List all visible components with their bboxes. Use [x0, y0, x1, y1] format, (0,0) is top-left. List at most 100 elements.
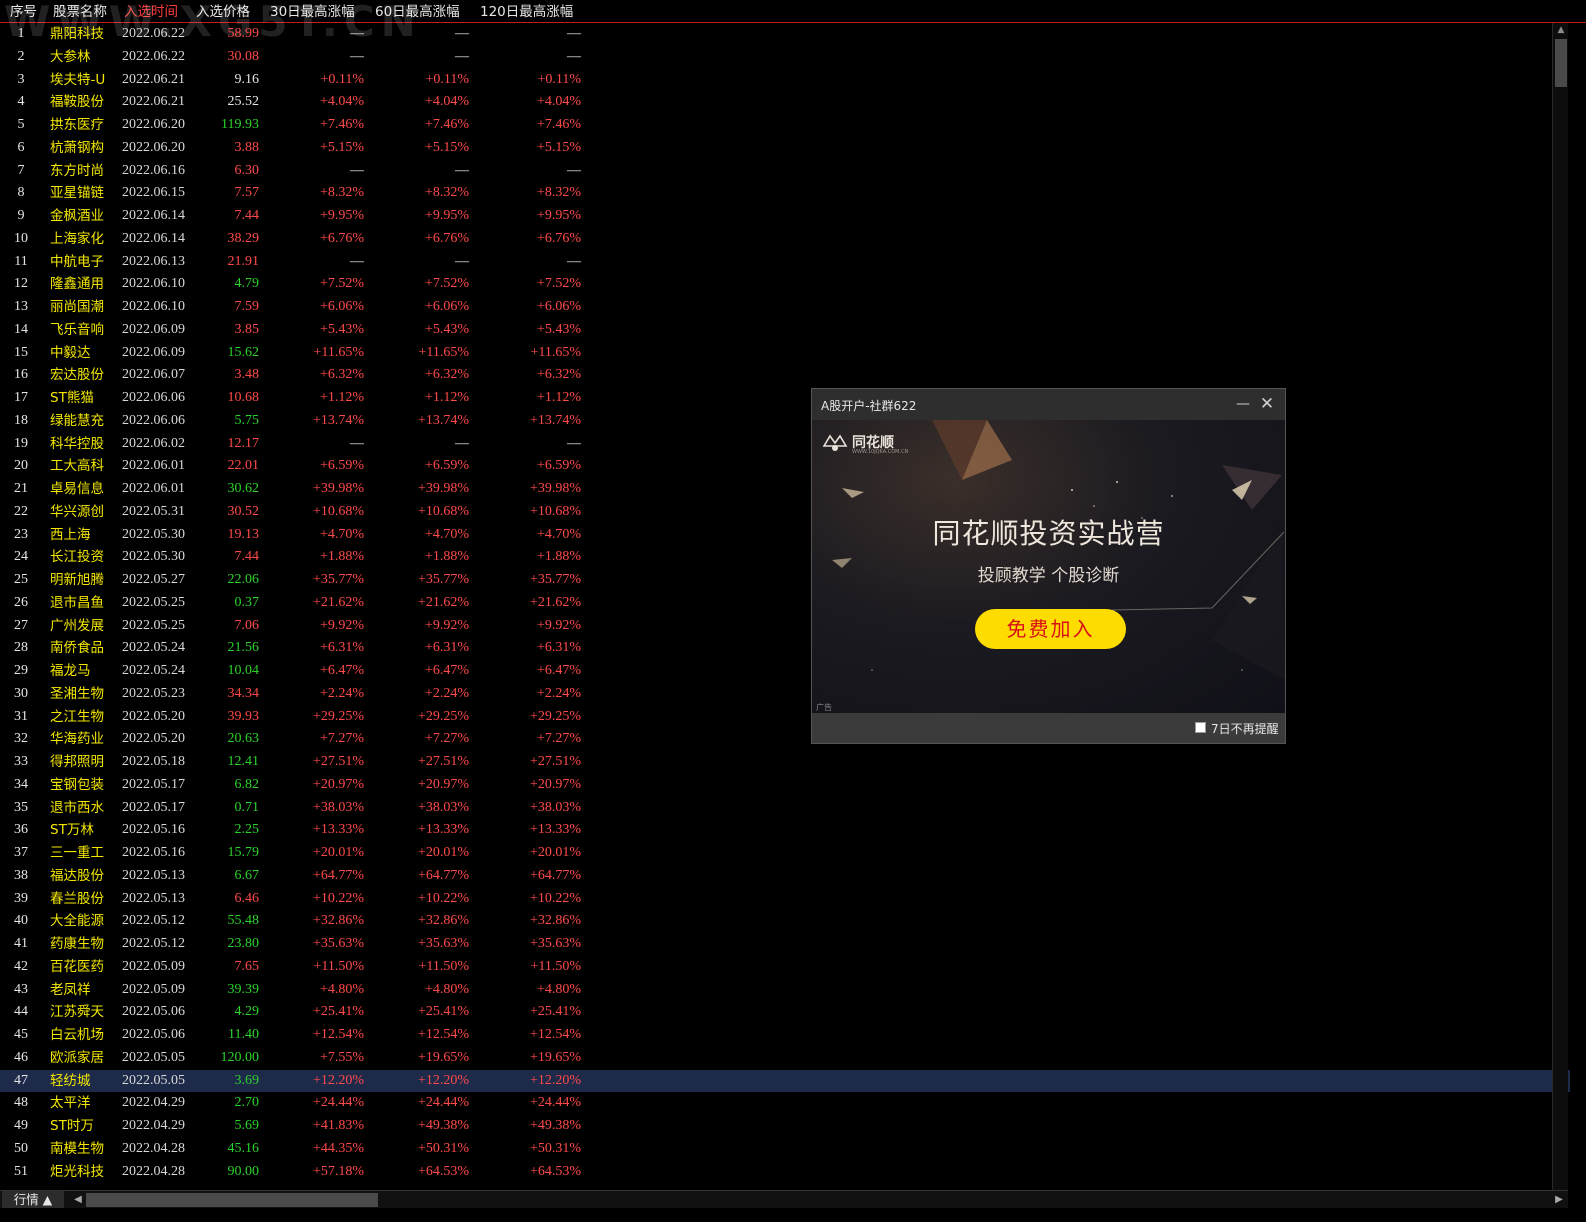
table-row[interactable]: 38 福达股份 2022.05.13 6.67 +64.77% +64.77% +64.77… [0, 865, 1570, 888]
table-row[interactable]: 51 炬光科技 2022.04.28 90.00 +57.18% +64.53% +64.5… [0, 1161, 1570, 1184]
table-row[interactable]: 7 东方时尚 2022.06.16 6.30 — — — [0, 160, 1570, 183]
selection-price: 10.04 [227, 663, 260, 678]
table-row[interactable]: 5 拱东医疗 2022.06.20 119.93 +7.46% +7.46% +7.46% [0, 114, 1570, 137]
stock-name: 百花医药 [50, 958, 104, 975]
selection-date: 2022.06.01 [122, 458, 185, 474]
table-row[interactable]: 6 杭萧钢构 2022.06.20 3.88 +5.15% +5.15% +5.15% [0, 137, 1570, 160]
table-row[interactable]: 29 福龙马 2022.05.24 10.04 +6.47% +6.47% +6.47% [0, 660, 1570, 683]
col-header-gain60[interactable]: 60日最高涨幅 [375, 4, 460, 21]
table-row[interactable]: 10 上海家化 2022.06.14 38.29 +6.76% +6.76% +6.76% [0, 228, 1570, 251]
selection-date: 2022.05.31 [122, 503, 185, 519]
table-row[interactable]: 12 隆鑫通用 2022.06.10 4.79 +7.52% +7.52% +7.52% [0, 273, 1570, 296]
col-header-date[interactable]: 入选时间 [124, 4, 178, 21]
vertical-scrollbar[interactable]: ▲ ▼ [1552, 23, 1568, 1205]
col-header-index[interactable]: 序号 [10, 4, 37, 21]
table-row[interactable]: 32 华海药业 2022.05.20 20.63 +7.27% +7.27% +7.27% [0, 728, 1570, 751]
gain-60d: +4.04% [424, 94, 469, 110]
row-index: 3 [17, 71, 25, 87]
selection-price: 3.69 [234, 1072, 260, 1088]
table-row[interactable]: 28 南侨食品 2022.05.24 21.56 +6.31% +6.31% +6.31% [0, 637, 1570, 660]
table-row[interactable]: 23 西上海 2022.05.30 19.13 +4.70% +4.70% +4.70% [0, 524, 1570, 547]
selection-date: 2022.06.10 [122, 299, 185, 314]
selection-date: 2022.05.13 [122, 867, 185, 883]
scroll-right-icon[interactable]: ▶ [1552, 1191, 1566, 1208]
gain-60d: +39.98% [417, 481, 469, 496]
col-header-name[interactable]: 股票名称 [53, 4, 107, 21]
scroll-left-icon[interactable]: ◀ [72, 1191, 84, 1208]
horizontal-scroll-thumb[interactable] [86, 1193, 378, 1207]
row-index: 51 [14, 1163, 28, 1179]
vertical-scroll-thumb[interactable] [1555, 39, 1567, 87]
col-header-gain30[interactable]: 30日最高涨幅 [270, 4, 355, 21]
table-row[interactable]: 9 金枫酒业 2022.06.14 7.44 +9.95% +9.95% +9.95% [0, 205, 1570, 228]
row-index: 31 [14, 708, 28, 724]
table-row[interactable]: 49 ST时万 2022.04.29 5.69 +41.83% +49.38% +49.38… [0, 1115, 1570, 1138]
table-row[interactable]: 46 欧派家居 2022.05.05 120.00 +7.55% +19.65% +19.6… [0, 1047, 1570, 1070]
gain-120d: — [567, 26, 581, 41]
table-row[interactable]: 42 百花医药 2022.05.09 7.65 +11.50% +11.50% +11.50… [0, 956, 1570, 979]
col-header-gain120[interactable]: 120日最高涨幅 [480, 4, 573, 21]
join-free-button[interactable]: 免费加入 [975, 609, 1126, 649]
table-row[interactable]: 43 老凤祥 2022.05.09 39.39 +4.80% +4.80% +4.80% [0, 979, 1570, 1002]
table-row[interactable]: 36 ST万林 2022.05.16 2.25 +13.33% +13.33% +13.33… [0, 819, 1570, 842]
gain-120d: +64.53% [529, 1163, 581, 1179]
table-row[interactable]: 1 鼎阳科技 2022.06.22 58.99 — — — [0, 23, 1570, 46]
gain-60d: — [455, 26, 469, 41]
row-index: 20 [14, 458, 28, 474]
gain-120d: +6.76% [536, 230, 581, 246]
table-row[interactable]: 45 白云机场 2022.05.06 11.40 +12.54% +12.54% +12.5… [0, 1024, 1570, 1047]
table-row[interactable]: 35 退市西水 2022.05.17 0.71 +38.03% +38.03% +38.03… [0, 797, 1570, 820]
table-row[interactable]: 20 工大高科 2022.06.01 22.01 +6.59% +6.59% +6.59% [0, 455, 1570, 478]
gain-60d: +9.95% [424, 208, 469, 223]
selection-date: 2022.05.06 [122, 1004, 185, 1020]
stock-name: 中毅达 [50, 344, 91, 361]
table-row[interactable]: 22 华兴源创 2022.05.31 30.52 +10.68% +10.68% +10.6… [0, 501, 1570, 524]
table-row[interactable]: 3 埃夫特-U 2022.06.21 9.16 +0.11% +0.11% +0.11% [0, 69, 1570, 92]
minimize-icon[interactable]: — [1232, 391, 1254, 417]
table-row[interactable]: 24 长江投资 2022.05.30 7.44 +1.88% +1.88% +1.88% [0, 546, 1570, 569]
close-icon[interactable]: ✕ [1256, 391, 1278, 417]
table-row[interactable]: 27 广州发展 2022.05.25 7.06 +9.92% +9.92% +9.92% [0, 615, 1570, 638]
table-row[interactable]: 39 春兰股份 2022.05.13 6.46 +10.22% +10.22% +10.22… [0, 888, 1570, 911]
gain-30d: +27.51% [312, 754, 364, 769]
table-row[interactable]: 50 南模生物 2022.04.28 45.16 +44.35% +50.31% +50.3… [0, 1138, 1570, 1161]
table-row[interactable]: 18 绿能慧充 2022.06.06 5.75 +13.74% +13.74% +13.74… [0, 410, 1570, 433]
selection-price: 7.65 [234, 958, 260, 974]
dont-remind-checkbox[interactable] [1195, 722, 1206, 733]
table-row[interactable]: 30 圣湘生物 2022.05.23 34.34 +2.24% +2.24% +2.24% [0, 683, 1570, 706]
gain-120d: +6.06% [536, 299, 581, 314]
table-row[interactable]: 34 宝钢包装 2022.05.17 6.82 +20.97% +20.97% +20.97… [0, 774, 1570, 797]
table-row[interactable]: 19 科华控股 2022.06.02 12.17 — — — [0, 433, 1570, 456]
selection-date: 2022.05.17 [122, 799, 185, 815]
table-row[interactable]: 26 退市昌鱼 2022.05.25 0.37 +21.62% +21.62% +21.62… [0, 592, 1570, 615]
row-index: 34 [14, 776, 28, 792]
table-row[interactable]: 33 得邦照明 2022.05.18 12.41 +27.51% +27.51% +27.5… [0, 751, 1570, 774]
table-row[interactable]: 44 江苏舜天 2022.05.06 4.29 +25.41% +25.41% +25.41… [0, 1001, 1570, 1024]
table-row[interactable]: 13 丽尚国潮 2022.06.10 7.59 +6.06% +6.06% +6.06% [0, 296, 1570, 319]
table-row[interactable]: 2 大参林 2022.06.22 30.08 — — — [0, 46, 1570, 69]
table-row[interactable]: 17 ST熊猫 2022.06.06 10.68 +1.12% +1.12% +1.12% [0, 387, 1570, 410]
table-row[interactable]: 25 明新旭腾 2022.05.27 22.06 +35.77% +35.77% +35.7… [0, 569, 1570, 592]
scroll-up-icon[interactable]: ▲ [1553, 23, 1569, 37]
ad-banner[interactable]: 同花顺 WWW.10JQKA.COM.CN 同花顺投资实战营 投顾教学 个股诊断… [812, 420, 1285, 713]
table-row[interactable]: 11 中航电子 2022.06.13 21.91 — — — [0, 251, 1570, 274]
selection-price: 45.16 [227, 1140, 260, 1156]
table-row[interactable]: 47 轻纺城 2022.05.05 3.69 +12.20% +12.20% +12.20% [0, 1069, 1570, 1093]
col-header-price[interactable]: 入选价格 [196, 4, 250, 21]
selection-date: 2022.05.17 [122, 776, 185, 792]
table-row[interactable]: 21 卓易信息 2022.06.01 30.62 +39.98% +39.98% +39.9… [0, 478, 1570, 501]
table-row[interactable]: 16 宏达股份 2022.06.07 3.48 +6.32% +6.32% +6.32% [0, 364, 1570, 387]
table-row[interactable]: 8 亚星锚链 2022.06.15 7.57 +8.32% +8.32% +8.32% [0, 182, 1570, 205]
table-row[interactable]: 41 药康生物 2022.05.12 23.80 +35.63% +35.63% +35.6… [0, 933, 1570, 956]
table-row[interactable]: 31 之江生物 2022.05.20 39.93 +29.25% +29.25% +29.2… [0, 706, 1570, 729]
gain-30d: +13.33% [312, 822, 364, 838]
table-row[interactable]: 48 太平洋 2022.04.29 2.70 +24.44% +24.44% +24.44% [0, 1092, 1570, 1115]
table-row[interactable]: 14 飞乐音响 2022.06.09 3.85 +5.43% +5.43% +5.43% [0, 319, 1570, 342]
table-row[interactable]: 40 大全能源 2022.05.12 55.48 +32.86% +32.86% +32.8… [0, 910, 1570, 933]
table-row[interactable]: 37 三一重工 2022.05.16 15.79 +20.01% +20.01% +20.0… [0, 842, 1570, 865]
popup-titlebar[interactable]: A股开户-社群622 — ✕ [812, 389, 1285, 420]
table-row[interactable]: 15 中毅达 2022.06.09 15.62 +11.65% +11.65% +11.65… [0, 342, 1570, 365]
tab-hangqing[interactable]: 行情 ▲ [2, 1191, 64, 1208]
table-row[interactable]: 4 福鞍股份 2022.06.21 25.52 +4.04% +4.04% +4.04% [0, 91, 1570, 114]
dont-remind-label[interactable]: 7日不再提醒 [1211, 720, 1279, 737]
